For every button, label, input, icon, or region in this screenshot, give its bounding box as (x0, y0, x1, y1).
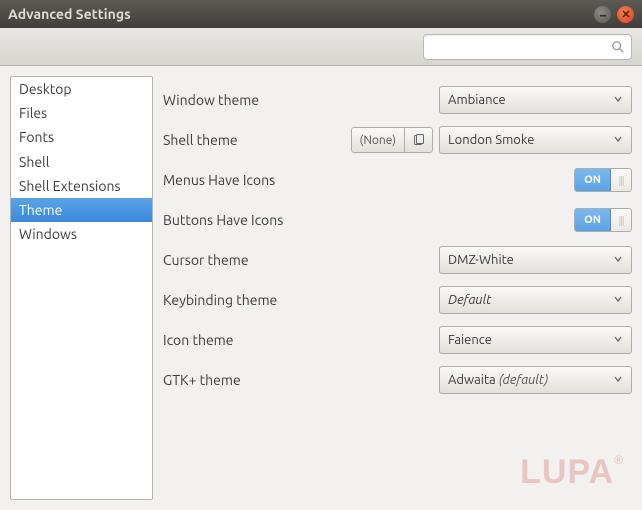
chevron-down-icon (613, 93, 623, 107)
dropdown-window-theme[interactable]: Ambiance (439, 86, 632, 114)
row-cursor-theme: Cursor theme DMZ-White (163, 240, 632, 280)
toggle-on-label: ON (575, 209, 611, 231)
dropdown-value: Default (448, 293, 613, 307)
window-title: Advanced Settings (8, 6, 594, 22)
shell-theme-aux-group: (None) (351, 127, 433, 153)
label-gtk-theme: GTK+ theme (163, 372, 439, 388)
dropdown-cursor-theme[interactable]: DMZ-White (439, 246, 632, 274)
close-icon (622, 10, 630, 18)
toggle-buttons-have-icons[interactable]: ON ||| (574, 208, 632, 232)
dropdown-value: DMZ-White (448, 253, 613, 267)
row-shell-theme: Shell theme (None) London Smoke (163, 120, 632, 160)
search-field-wrap[interactable] (423, 34, 632, 60)
sidebar-item-theme[interactable]: Theme (11, 198, 152, 222)
label-cursor-theme: Cursor theme (163, 252, 439, 268)
dropdown-icon-theme[interactable]: Faience (439, 326, 632, 354)
sidebar: Desktop Files Fonts Shell Shell Extensio… (10, 76, 153, 500)
sidebar-item-windows[interactable]: Windows (11, 222, 152, 246)
sidebar-item-fonts[interactable]: Fonts (11, 125, 152, 149)
search-icon (611, 40, 625, 54)
toggle-knob: ||| (611, 169, 631, 191)
row-window-theme: Window theme Ambiance (163, 80, 632, 120)
toolbar (0, 28, 642, 66)
minimize-icon (599, 10, 607, 18)
label-keybinding-theme: Keybinding theme (163, 292, 439, 308)
client-area: Desktop Files Fonts Shell Shell Extensio… (0, 66, 642, 510)
label-shell-theme: Shell theme (163, 132, 351, 148)
sidebar-item-files[interactable]: Files (11, 101, 152, 125)
sidebar-item-desktop[interactable]: Desktop (11, 77, 152, 101)
close-button[interactable] (617, 6, 634, 23)
toggle-knob: ||| (611, 209, 631, 231)
dropdown-value: London Smoke (448, 133, 613, 147)
row-buttons-have-icons: Buttons Have Icons ON ||| (163, 200, 632, 240)
chevron-down-icon (613, 333, 623, 347)
chevron-down-icon (613, 373, 623, 387)
dropdown-value: Ambiance (448, 93, 613, 107)
chevron-down-icon (613, 293, 623, 307)
sidebar-item-shell[interactable]: Shell (11, 150, 152, 174)
dropdown-value: Faience (448, 333, 613, 347)
row-gtk-theme: GTK+ theme Adwaita (default) (163, 360, 632, 400)
toggle-on-label: ON (575, 169, 611, 191)
row-icon-theme: Icon theme Faience (163, 320, 632, 360)
label-buttons-have-icons: Buttons Have Icons (163, 212, 574, 228)
sidebar-item-shell-extensions[interactable]: Shell Extensions (11, 174, 152, 198)
label-menus-have-icons: Menus Have Icons (163, 172, 574, 188)
label-window-theme: Window theme (163, 92, 439, 108)
shell-theme-none-button[interactable]: (None) (351, 127, 405, 153)
shell-theme-reset-button[interactable] (405, 127, 433, 153)
chevron-down-icon (613, 133, 623, 147)
content-pane: Window theme Ambiance Shell theme (None)… (163, 76, 632, 500)
minimize-button[interactable] (594, 6, 611, 23)
titlebar: Advanced Settings (0, 0, 642, 28)
grip-icon: ||| (618, 175, 623, 186)
toggle-menus-have-icons[interactable]: ON ||| (574, 168, 632, 192)
chevron-down-icon (613, 253, 623, 267)
search-input[interactable] (430, 39, 611, 54)
window-controls (594, 6, 634, 23)
dropdown-shell-theme[interactable]: London Smoke (439, 126, 632, 154)
row-keybinding-theme: Keybinding theme Default (163, 280, 632, 320)
dropdown-value: Adwaita (default) (448, 373, 613, 387)
label-icon-theme: Icon theme (163, 332, 439, 348)
grip-icon: ||| (618, 215, 623, 226)
dropdown-keybinding-theme[interactable]: Default (439, 286, 632, 314)
row-menus-have-icons: Menus Have Icons ON ||| (163, 160, 632, 200)
dropdown-gtk-theme[interactable]: Adwaita (default) (439, 366, 632, 394)
reset-icon (413, 134, 425, 146)
